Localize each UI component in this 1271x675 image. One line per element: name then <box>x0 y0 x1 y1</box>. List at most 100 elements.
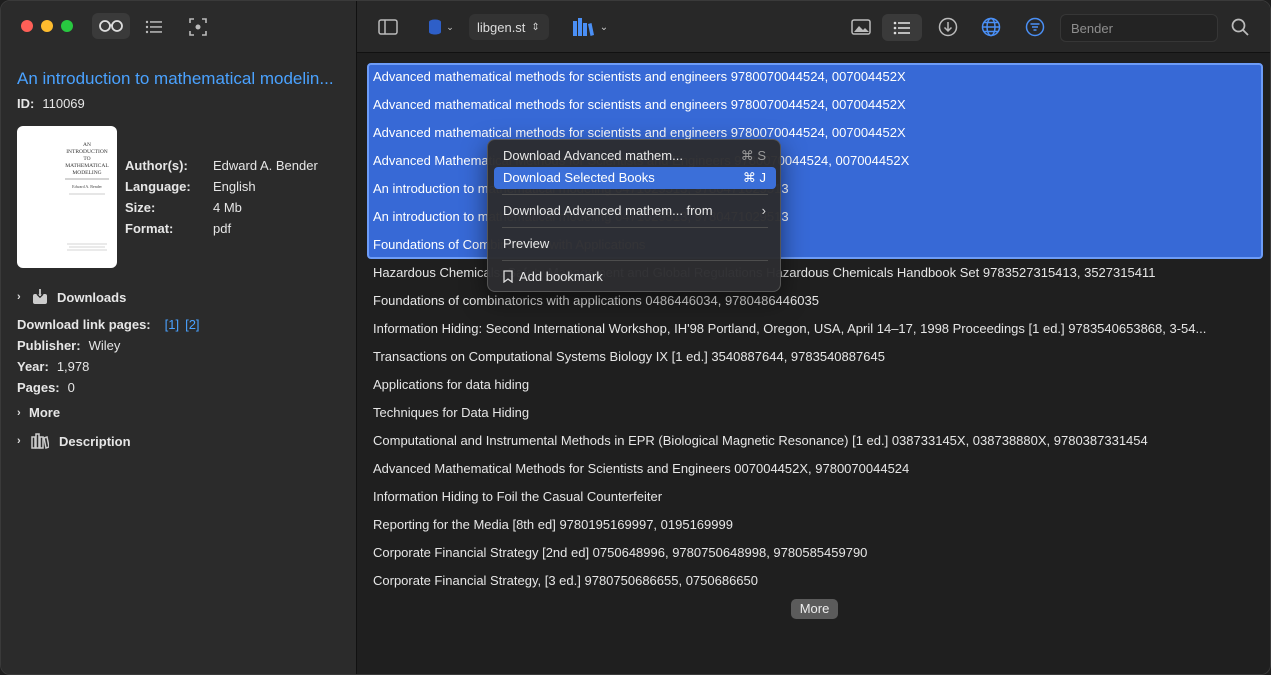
list-mode-button[interactable] <box>882 14 922 41</box>
search-icon <box>1231 18 1249 36</box>
library-source-menu[interactable]: ⌄ <box>425 16 457 38</box>
menu-shortcut: ⌘ S <box>740 148 766 163</box>
menu-item-label: Download Selected Books <box>503 170 655 185</box>
list-icon <box>893 21 910 34</box>
cover-view-button[interactable] <box>849 16 873 38</box>
author-label: Author(s): <box>125 158 188 173</box>
viewfinder-icon <box>189 18 207 36</box>
year-label: Year: <box>17 359 49 374</box>
id-value: 110069 <box>42 96 85 111</box>
pages-label: Pages: <box>17 380 60 395</box>
list-item[interactable]: Advanced mathematical methods for scient… <box>367 63 1263 91</box>
menu-item-add-bookmark[interactable]: Add bookmark <box>494 266 776 288</box>
description-section-toggle[interactable]: › Description <box>17 433 131 449</box>
cover-line-3: TO <box>83 156 90 162</box>
book-cover[interactable]: AN INTRODUCTION TO MATHEMATICAL MODELING… <box>17 126 117 268</box>
menu-item-label: Add bookmark <box>519 269 603 284</box>
pages-value: 0 <box>67 380 75 395</box>
photo-icon <box>851 19 871 35</box>
cover-line-5: MODELING <box>72 170 101 176</box>
download-box-icon <box>33 289 47 304</box>
menu-item-label: Preview <box>503 236 550 251</box>
menu-item-preview[interactable]: Preview <box>494 233 776 255</box>
downloads-button[interactable] <box>937 16 959 38</box>
web-button[interactable] <box>980 16 1002 38</box>
list-item[interactable]: Advanced Mathematical Methods for Scient… <box>367 455 1263 483</box>
reader-mode-button[interactable] <box>92 13 130 39</box>
chevron-down-icon: ⌄ <box>599 21 609 33</box>
close-window-button[interactable] <box>21 20 33 32</box>
cover-line-2: INTRODUCTION <box>66 149 108 155</box>
sidebar: An introduction to mathematical modelin.… <box>1 1 357 674</box>
list-item[interactable]: Transactions on Computational Systems Bi… <box>367 343 1263 371</box>
downloads-section-toggle[interactable]: › Downloads <box>17 289 126 305</box>
list-item[interactable]: Reporting for the Media [8th ed] 9780195… <box>367 511 1263 539</box>
bookmark-icon <box>503 270 513 284</box>
download-circle-icon <box>938 17 958 37</box>
publisher-row: Publisher: Wiley <box>17 338 120 353</box>
list-item[interactable]: Information Hiding: Second International… <box>367 315 1263 343</box>
chevron-right-icon: › <box>17 406 21 419</box>
more-label: More <box>29 405 61 420</box>
language-value: English <box>213 179 256 194</box>
app-window: An introduction to mathematical modelin.… <box>0 0 1271 675</box>
downloads-label: Downloads <box>57 289 127 305</box>
list-item[interactable]: Corporate Financial Strategy [2nd ed] 07… <box>367 539 1263 567</box>
id-label: ID: <box>17 96 35 111</box>
pages-row: Pages: 0 <box>17 380 75 395</box>
list-item[interactable]: Advanced mathematical methods for scient… <box>367 91 1263 119</box>
more-section-toggle[interactable]: › More <box>17 405 60 420</box>
load-more-button[interactable]: More <box>791 599 838 619</box>
minimize-window-button[interactable] <box>41 20 53 32</box>
list-icon <box>145 20 162 34</box>
chevron-right-icon: › <box>17 291 21 303</box>
sort-menu-button[interactable]: ⌄ <box>565 15 615 39</box>
list-item[interactable]: Computational and Instrumental Methods i… <box>367 427 1263 455</box>
publisher-value: Wiley <box>88 338 121 353</box>
list-item[interactable]: Applications for data hiding <box>367 371 1263 399</box>
book-title: An introduction to mathematical modelin.… <box>17 69 334 88</box>
glasses-icon <box>99 20 123 32</box>
download-page-link-1[interactable]: [1] <box>165 317 179 332</box>
menu-separator <box>502 227 768 228</box>
mirror-select[interactable]: libgen.st ⇕ <box>469 14 549 40</box>
up-down-chevron-icon: ⇕ <box>531 21 540 33</box>
size-value: 4 Mb <box>213 200 242 215</box>
download-page-link-2[interactable]: [2] <box>185 317 199 332</box>
chevron-down-icon: ⌄ <box>446 21 454 32</box>
download-link-pages: Download link pages: [1] [2] <box>17 317 200 332</box>
menu-item-label: Download Advanced mathem... <box>503 148 683 163</box>
toggle-sidebar-button[interactable] <box>377 16 399 38</box>
menu-item-download-from[interactable]: Download Advanced mathem... from › <box>494 200 776 222</box>
chevron-right-icon: › <box>761 203 766 218</box>
menu-shortcut: ⌘ J <box>742 170 766 185</box>
filter-button[interactable] <box>1024 16 1046 38</box>
search-input[interactable]: Bender <box>1060 14 1218 42</box>
books-icon <box>31 433 49 449</box>
publisher-label: Publisher: <box>17 338 81 353</box>
format-label: Format: <box>125 221 174 236</box>
description-label: Description <box>59 433 131 449</box>
cover-line-4: MATHEMATICAL <box>65 163 109 169</box>
list-item[interactable]: Techniques for Data Hiding <box>367 399 1263 427</box>
format-value: pdf <box>213 221 232 236</box>
list-item[interactable]: Corporate Financial Strategy, [3 ed.] 97… <box>367 567 1263 595</box>
download-pages-label: Download link pages: <box>17 317 151 332</box>
zoom-window-button[interactable] <box>61 20 73 32</box>
menu-item-download-book[interactable]: Download Advanced mathem... ⌘ S <box>494 145 776 167</box>
list-view-button[interactable] <box>142 15 166 39</box>
sidebar-icon <box>378 19 398 35</box>
menu-separator <box>502 260 768 261</box>
sidebar-toolbar <box>1 1 357 53</box>
author-value: Edward A. Bender <box>213 158 318 173</box>
capture-button[interactable] <box>186 15 210 39</box>
size-label: Size: <box>125 200 156 215</box>
globe-icon <box>981 17 1001 37</box>
main-panel: ⌄ libgen.st ⇕ ⌄ Bender Advanced mathemat… <box>357 1 1270 674</box>
mirror-select-value: libgen.st <box>477 19 526 35</box>
main-toolbar: ⌄ libgen.st ⇕ ⌄ Bender <box>357 1 1270 53</box>
menu-item-download-selected[interactable]: Download Selected Books ⌘ J <box>494 167 776 189</box>
chevron-right-icon: › <box>17 435 21 447</box>
list-item[interactable]: Information Hiding to Foil the Casual Co… <box>367 483 1263 511</box>
search-button[interactable] <box>1229 16 1251 38</box>
